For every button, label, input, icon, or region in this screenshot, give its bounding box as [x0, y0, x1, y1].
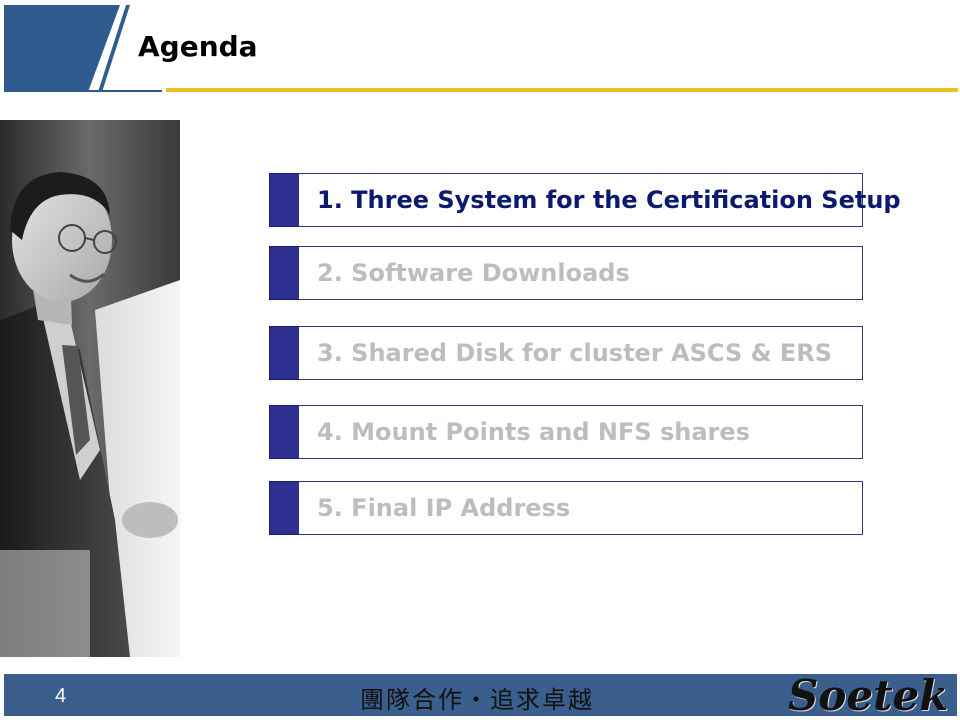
footer-slogan: 團隊合作・追求卓越	[360, 686, 594, 714]
soetek-logo: Soetek	[788, 671, 949, 720]
agenda-item-label: 5. Final IP Address	[317, 494, 571, 522]
agenda-item-3[interactable]: 3. Shared Disk for cluster ASCS & ERS	[269, 326, 863, 380]
agenda-item-1[interactable]: 1. Three System for the Certification Se…	[269, 173, 901, 227]
page-number: 4	[55, 685, 67, 707]
page-title: Agenda	[138, 30, 258, 63]
agenda-item-4[interactable]: 4. Mount Points and NFS shares	[269, 405, 863, 459]
agenda-marker	[269, 326, 301, 380]
title-underline	[166, 88, 958, 92]
agenda-item-5[interactable]: 5. Final IP Address	[269, 481, 863, 535]
agenda-item-label: 2. Software Downloads	[317, 259, 630, 287]
agenda-item-2[interactable]: 2. Software Downloads	[269, 246, 863, 300]
agenda-marker	[269, 246, 301, 300]
businessman-photo	[0, 120, 180, 657]
agenda-marker	[269, 173, 301, 227]
agenda-item-label: 3. Shared Disk for cluster ASCS & ERS	[317, 339, 833, 367]
agenda-item-label: 1. Three System for the Certification Se…	[317, 186, 901, 214]
agenda-item-label: 4. Mount Points and NFS shares	[317, 418, 750, 446]
agenda-marker	[269, 481, 301, 535]
agenda-marker	[269, 405, 301, 459]
